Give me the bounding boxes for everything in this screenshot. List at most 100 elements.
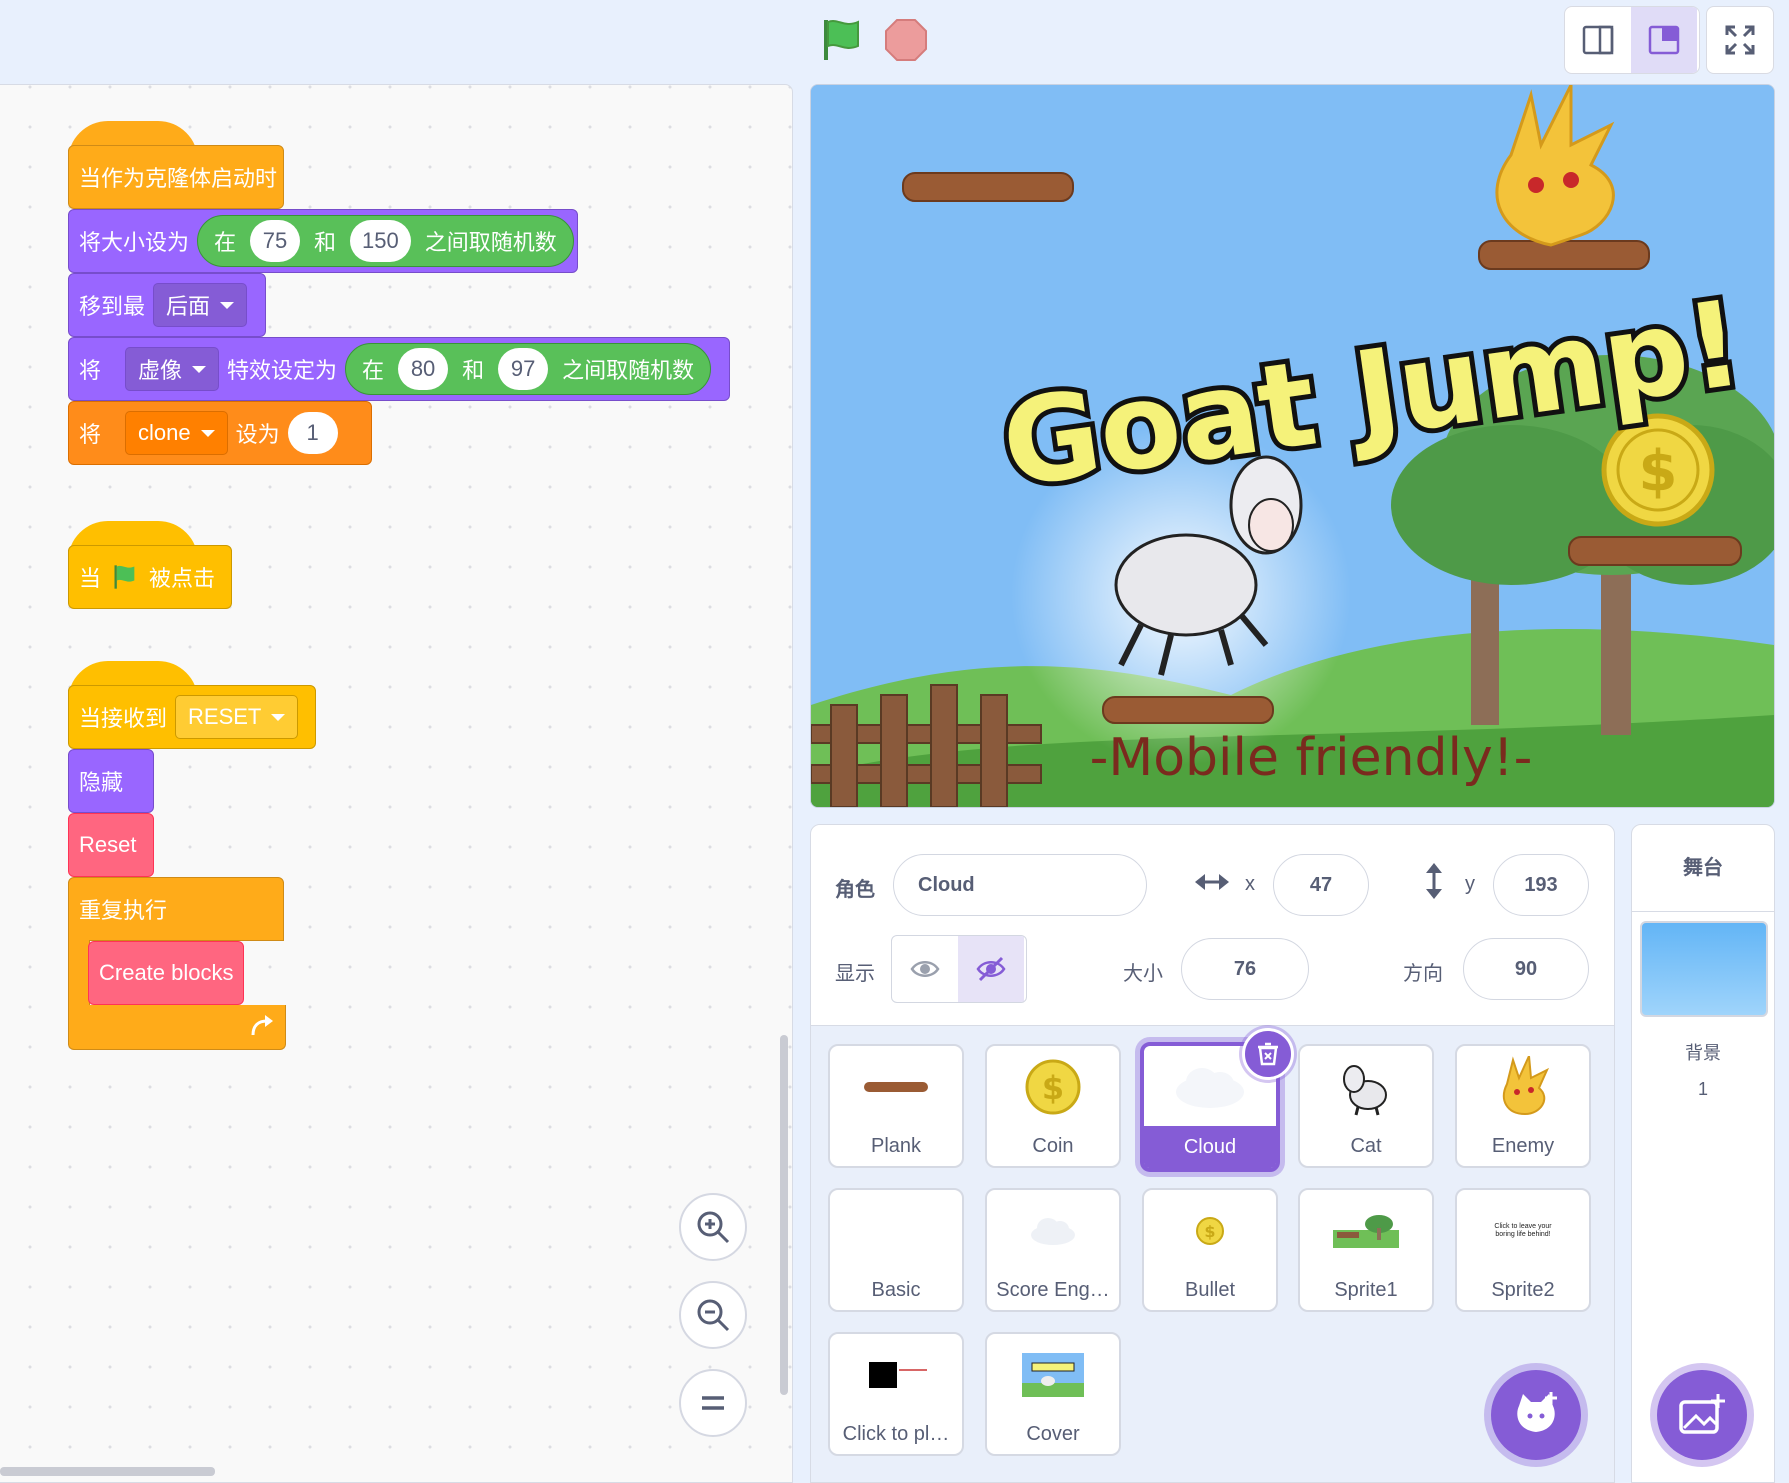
chevron-down-icon [192,365,207,373]
backdrop-thumbnail[interactable] [1640,921,1768,1017]
zoom-out-icon [697,1299,730,1332]
number-input[interactable]: 97 [498,348,549,390]
delete-sprite-button[interactable] [1242,1028,1294,1080]
top-bar [0,0,1789,84]
sprite-tile-label: Cover [1026,1423,1080,1445]
block-label: 被点击 [149,566,216,591]
message-dropdown[interactable]: RESET [175,695,299,739]
svg-text:$: $ [1639,439,1678,504]
number-input[interactable]: 75 [250,220,301,262]
dropdown-value: RESET [188,704,262,729]
random-operator[interactable]: 在 80 和 97 之间取随机数 [345,343,712,395]
op-label: 在 [362,358,385,383]
large-stage-icon[interactable] [1631,7,1697,73]
sprite-tile-label: Click to pl… [842,1423,950,1445]
when-i-receive-block[interactable]: 当接收到 RESET [68,685,316,749]
number-input[interactable]: 80 [398,348,449,390]
cat-add-icon [1517,1392,1557,1432]
cover-thumbnail [987,1334,1119,1416]
show-label: 显示 [835,963,875,985]
zoom-in-button[interactable] [679,1193,747,1261]
small-stage-icon[interactable] [1565,7,1631,73]
forever-block[interactable]: 重复执行 [68,877,284,941]
sprite-tile-label: Plank [870,1135,922,1157]
layer-dropdown[interactable]: 后面 [153,283,248,327]
set-effect-block[interactable]: 将 虚像 特效设定为 在 80 和 97 之间取随机数 [68,337,730,401]
when-start-as-clone-block[interactable]: 当作为克隆体启动时 [68,145,284,209]
add-backdrop-button[interactable] [1657,1370,1747,1460]
svg-text:$: $ [1042,1069,1064,1107]
sprite-tile-coin[interactable]: $ Coin [985,1044,1121,1168]
sprite-tile-label: Score Eng… [996,1279,1110,1301]
loop-arrow-icon [249,1015,273,1042]
stage-panel-title: 舞台 [1632,825,1774,912]
sprite-tile-sprite1[interactable]: Sprite1 [1298,1188,1434,1312]
sprite-name-input[interactable]: Cloud [893,854,1147,916]
hide-block[interactable]: 隐藏 [68,749,154,813]
horizontal-scrollbar[interactable] [0,1467,215,1476]
stop-icon[interactable] [884,18,928,62]
sprite-tile-cat[interactable]: Cat [1298,1044,1434,1168]
sprite1-thumbnail [1300,1190,1432,1272]
block-label: Reset [79,832,137,857]
block-label: 将大小设为 [79,230,190,255]
hide-eye-icon[interactable] [958,936,1024,1002]
x-input[interactable]: 47 [1273,854,1369,916]
sprite-tile-bullet[interactable]: $ Bullet [1142,1188,1278,1312]
op-label: 和 [462,358,485,383]
sprite-tile-score-engine[interactable]: Score Eng… [985,1188,1121,1312]
y-value: 193 [1524,873,1558,896]
sprite-tile-enemy[interactable]: Enemy [1455,1044,1591,1168]
sprite-tile-plank[interactable]: Plank [828,1044,964,1168]
add-sprite-button[interactable] [1491,1370,1581,1460]
green-flag-icon[interactable] [818,16,866,64]
y-label: y [1465,873,1475,895]
sprite2-thumbnail: Click to leave your boring life behind! [1457,1190,1589,1272]
sprite-tile-click-to-play[interactable]: Click to pl… [828,1332,964,1456]
size-input[interactable]: 76 [1181,938,1309,1000]
when-flag-clicked-block[interactable]: 当 被点击 [68,545,232,609]
sprite-tile-label: Enemy [1491,1135,1555,1157]
number-input[interactable]: 150 [350,220,411,262]
random-operator[interactable]: 在 75 和 150 之间取随机数 [197,215,574,267]
block-label: 将 [79,358,102,383]
reset-custom-block[interactable]: Reset [68,813,154,877]
size-value: 76 [1233,957,1257,980]
backdrop-count: 1 [1697,1079,1708,1099]
bullet-thumbnail: $ [1144,1190,1276,1272]
vertical-scrollbar[interactable] [780,1035,788,1395]
cloud-thumbnail [987,1190,1119,1272]
effect-dropdown[interactable]: 虚像 [125,347,220,391]
show-eye-icon[interactable] [892,936,958,1002]
direction-input[interactable]: 90 [1463,938,1589,1000]
code-area[interactable]: 当作为克隆体启动时 将大小设为 在 75 和 150 之间取随机数 移到最 后面… [0,84,793,1483]
stage[interactable]: $ Goat Jump! -Mobile friendly!- [810,84,1775,808]
create-blocks-custom-block[interactable]: Create blocks [88,941,244,1005]
stage-size-toggle [1564,6,1700,74]
y-input[interactable]: 193 [1493,854,1589,916]
zoom-out-button[interactable] [679,1281,747,1349]
dropdown-value: clone [138,420,191,445]
number-input[interactable]: 1 [287,412,338,454]
op-label: 之间取随机数 [424,230,557,255]
sprite-tile-label: Cloud [1144,1126,1276,1168]
sprite-tile-label: Coin [1032,1135,1074,1157]
sprite-tile-label: Sprite1 [1334,1279,1398,1301]
sprite-tile-sprite2[interactable]: Click to leave your boring life behind! … [1455,1188,1591,1312]
zoom-reset-button[interactable] [679,1369,747,1437]
set-size-block[interactable]: 将大小设为 在 75 和 150 之间取随机数 [68,209,578,273]
sprite-tile-label: Bullet [1184,1279,1236,1301]
coin-thumbnail: $ [987,1046,1119,1128]
sprite-tile-basic[interactable]: Basic [828,1188,964,1312]
sprite-name-value: Cloud [918,873,975,896]
fullscreen-icon[interactable] [1706,6,1774,74]
sprite-tile-label: Basic [871,1279,921,1301]
variable-dropdown[interactable]: clone [125,411,228,455]
go-to-layer-block[interactable]: 移到最 后面 [68,273,266,337]
set-variable-block[interactable]: 将 clone 设为 1 [68,401,372,465]
dropdown-value: 后面 [166,294,211,319]
block-label: 重复执行 [79,898,168,923]
stage-subtitle: -Mobile friendly!- [1090,728,1533,788]
sprite-tile-cover[interactable]: Cover [985,1332,1121,1456]
stage-canvas: $ Goat Jump! -Mobile friendly!- [811,85,1774,807]
